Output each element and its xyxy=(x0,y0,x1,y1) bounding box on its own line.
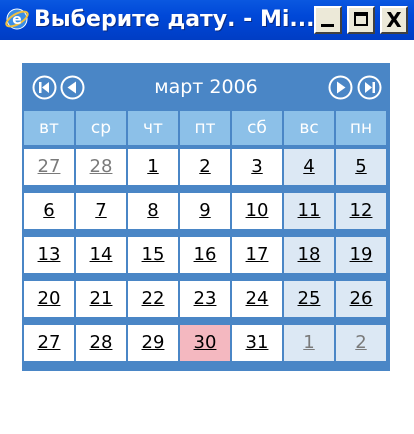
day-cell[interactable]: 1 xyxy=(284,325,334,361)
first-month-icon[interactable] xyxy=(32,75,57,100)
day-cell[interactable]: 17 xyxy=(232,237,282,273)
minimize-icon xyxy=(321,24,334,27)
day-cell[interactable]: 1 xyxy=(128,149,178,185)
day-cell[interactable]: 18 xyxy=(284,237,334,273)
weekday-label: чт xyxy=(128,111,178,145)
title-bar[interactable]: e Выберите дату. - Mi... X xyxy=(0,0,414,40)
day-cell[interactable]: 5 xyxy=(336,149,386,185)
day-cell[interactable]: 24 xyxy=(232,281,282,317)
day-cell[interactable]: 2 xyxy=(180,149,230,185)
day-cell[interactable]: 28 xyxy=(76,149,126,185)
weekday-label: ср xyxy=(76,111,126,145)
day-cell[interactable]: 8 xyxy=(128,193,178,229)
day-cell[interactable]: 27 xyxy=(24,325,74,361)
day-cell[interactable]: 3 xyxy=(232,149,282,185)
day-cell[interactable]: 16 xyxy=(180,237,230,273)
calendar: март 2006 вт ср чт пт сб вс пн 27 28 1 2 3 4 5… xyxy=(22,63,390,371)
maximize-button[interactable] xyxy=(347,6,375,34)
weekday-label: вс xyxy=(284,111,334,145)
day-cell[interactable]: 4 xyxy=(284,149,334,185)
day-cell[interactable]: 9 xyxy=(180,193,230,229)
day-cell[interactable]: 27 xyxy=(24,149,74,185)
next-month-icon[interactable] xyxy=(328,75,353,100)
last-month-icon[interactable] xyxy=(357,75,382,100)
day-cell[interactable]: 29 xyxy=(128,325,178,361)
day-cell[interactable]: 15 xyxy=(128,237,178,273)
day-cell[interactable]: 2 xyxy=(336,325,386,361)
day-grid: 27 28 1 2 3 4 5 6 7 8 9 10 11 12 13 14 15 16 17 18 19 20 21 22 2… xyxy=(24,149,388,369)
day-cell[interactable]: 7 xyxy=(76,193,126,229)
day-cell[interactable]: 13 xyxy=(24,237,74,273)
close-button[interactable]: X xyxy=(380,6,408,34)
day-cell[interactable]: 14 xyxy=(76,237,126,273)
day-cell[interactable]: 26 xyxy=(336,281,386,317)
day-cell[interactable]: 25 xyxy=(284,281,334,317)
day-cell[interactable]: 19 xyxy=(336,237,386,273)
day-cell[interactable]: 22 xyxy=(128,281,178,317)
day-cell[interactable]: 30 xyxy=(180,325,230,361)
prev-month-icon[interactable] xyxy=(60,75,85,100)
minimize-button[interactable] xyxy=(314,6,342,34)
day-cell[interactable]: 20 xyxy=(24,281,74,317)
day-cell[interactable]: 12 xyxy=(336,193,386,229)
day-cell[interactable]: 21 xyxy=(76,281,126,317)
close-icon: X xyxy=(386,8,402,32)
day-cell[interactable]: 23 xyxy=(180,281,230,317)
weekday-label: пн xyxy=(336,111,386,145)
svg-text:e: e xyxy=(12,12,22,28)
day-cell[interactable]: 11 xyxy=(284,193,334,229)
weekday-label: пт xyxy=(180,111,230,145)
weekday-header-row: вт ср чт пт сб вс пн xyxy=(24,111,388,147)
ie-icon: e xyxy=(5,8,29,30)
month-header: март 2006 xyxy=(22,63,390,111)
day-cell[interactable]: 10 xyxy=(232,193,282,229)
weekday-label: сб xyxy=(232,111,282,145)
day-cell[interactable]: 31 xyxy=(232,325,282,361)
month-title: март 2006 xyxy=(154,76,258,98)
window-title: Выберите дату. - Mi... xyxy=(34,7,315,32)
weekday-label: вт xyxy=(24,111,74,145)
maximize-icon xyxy=(354,12,368,26)
day-cell[interactable]: 6 xyxy=(24,193,74,229)
day-cell[interactable]: 28 xyxy=(76,325,126,361)
